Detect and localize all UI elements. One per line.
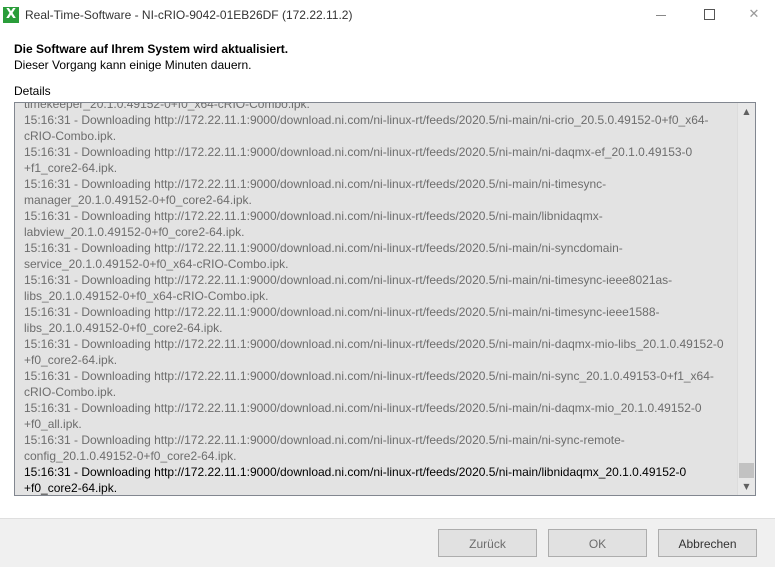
window-title: Real-Time-Software - NI-cRIO-9042-01EB26… <box>25 8 353 22</box>
log-line: 15:16:31 - Downloading http://172.22.11.… <box>24 337 724 351</box>
cancel-button[interactable]: Abbrechen <box>658 529 757 557</box>
log-line: libs_20.1.0.49152-0+f0_core2-64.ipk. <box>24 321 223 335</box>
scroll-down-arrow-icon[interactable]: ▼ <box>738 478 755 495</box>
log-line: 15:16:31 - Downloading http://172.22.11.… <box>24 401 702 415</box>
app-icon: X <box>3 7 19 23</box>
log-line: +f1_core2-64.ipk. <box>24 161 118 175</box>
ok-button[interactable]: OK <box>548 529 647 557</box>
log-line: +f0_core2-64.ipk. <box>24 353 118 367</box>
log-line: 15:16:31 - Downloading http://172.22.11.… <box>24 177 607 191</box>
scroll-thumb[interactable] <box>739 463 754 478</box>
minimize-icon <box>656 15 666 16</box>
log-content: timekeeper_20.1.0.49152-0+f0_x64-cRIO-Co… <box>24 102 734 495</box>
log-line: 15:16:31 - Downloading http://172.22.11.… <box>24 369 714 383</box>
log-line: timekeeper_20.1.0.49152-0+f0_x64-cRIO-Co… <box>24 102 310 111</box>
status-heading: Die Software auf Ihrem System wird aktua… <box>14 42 289 56</box>
log-line: manager_20.1.0.49152-0+f0_core2-64.ipk. <box>24 193 252 207</box>
back-button[interactable]: Zurück <box>438 529 537 557</box>
log-line: 15:16:31 - Downloading http://172.22.11.… <box>24 433 625 447</box>
button-bar: Zurück OK Abbrechen <box>0 518 775 567</box>
log-line: labview_20.1.0.49152-0+f0_core2-64.ipk. <box>24 225 245 239</box>
details-log[interactable]: timekeeper_20.1.0.49152-0+f0_x64-cRIO-Co… <box>14 102 756 496</box>
log-line: libs_20.1.0.49152-0+f0_x64-cRIO-Combo.ip… <box>24 289 269 303</box>
log-line: cRIO-Combo.ipk. <box>24 385 117 399</box>
status-subtext: Dieser Vorgang kann einige Minuten dauer… <box>14 58 252 72</box>
log-line-current: +f0_core2-64.ipk. <box>24 481 118 495</box>
log-line: cRIO-Combo.ipk. <box>24 129 117 143</box>
close-button[interactable]: ✕ <box>731 0 775 30</box>
maximize-icon <box>704 9 715 20</box>
details-label: Details <box>14 84 51 98</box>
log-line: +f0_all.ipk. <box>24 417 82 431</box>
log-line: 15:16:31 - Downloading http://172.22.11.… <box>24 273 673 287</box>
minimize-button[interactable] <box>638 0 684 30</box>
log-line-current: 15:16:31 - Downloading http://172.22.11.… <box>24 465 687 479</box>
log-line: 15:16:31 - Downloading http://172.22.11.… <box>24 209 603 223</box>
maximize-button[interactable] <box>686 0 732 30</box>
log-scrollbar[interactable]: ▲ ▼ <box>737 103 755 495</box>
title-bar: X Real-Time-Software - NI-cRIO-9042-01EB… <box>0 0 775 30</box>
log-line: config_20.1.0.49152-0+f0_core2-64.ipk. <box>24 449 237 463</box>
log-line: 15:16:31 - Downloading http://172.22.11.… <box>24 113 709 127</box>
log-line: 15:16:31 - Downloading http://172.22.11.… <box>24 241 623 255</box>
close-icon: ✕ <box>748 7 760 22</box>
log-line: 15:16:31 - Downloading http://172.22.11.… <box>24 305 660 319</box>
scroll-up-arrow-icon[interactable]: ▲ <box>738 103 755 120</box>
log-line: service_20.1.0.49152-0+f0_x64-cRIO-Combo… <box>24 257 289 271</box>
log-line: 15:16:31 - Downloading http://172.22.11.… <box>24 145 693 159</box>
